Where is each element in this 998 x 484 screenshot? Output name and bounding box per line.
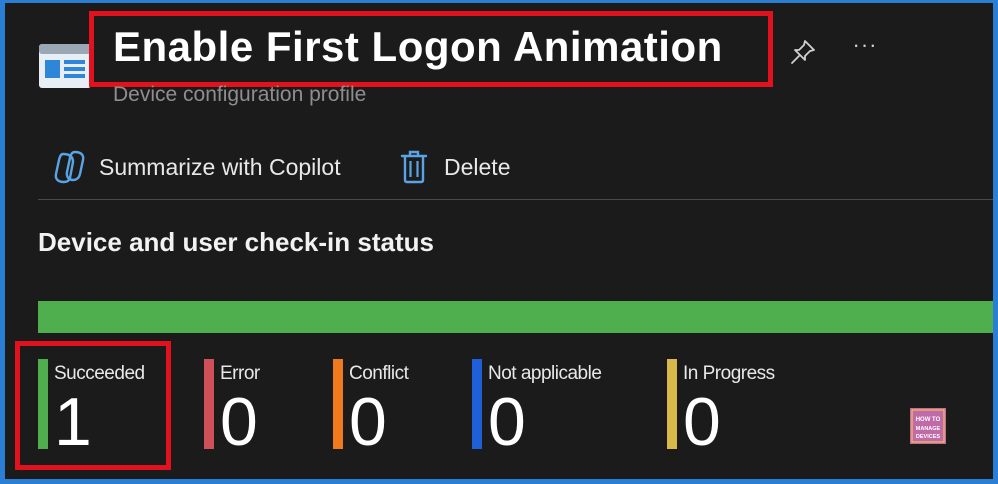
svg-text:DEVICES: DEVICES — [916, 434, 940, 440]
delete-button[interactable]: Delete — [400, 149, 510, 185]
how-to-manage-devices-logo: HOW TO MANAGE DEVICES — [910, 408, 946, 444]
stat-accent — [667, 359, 677, 449]
more-icon[interactable]: ··· — [850, 33, 880, 63]
stat-accent — [204, 359, 214, 449]
delete-button-label: Delete — [444, 153, 511, 180]
stat-accent — [472, 359, 482, 449]
stat-accent — [333, 359, 343, 449]
page-subtitle: Device configuration profile — [113, 83, 367, 106]
pin-icon[interactable] — [788, 37, 818, 67]
svg-text:HOW TO: HOW TO — [916, 417, 941, 423]
checkin-status-bar — [38, 301, 993, 333]
copilot-icon — [54, 150, 85, 184]
stat-label: Conflict — [349, 363, 409, 384]
stat-value: 0 — [488, 384, 526, 460]
svg-text:MANAGE: MANAGE — [916, 426, 941, 432]
page-title: Enable First Logon Animation — [113, 23, 723, 70]
profile-document-icon — [39, 44, 91, 88]
checkin-status-heading: Device and user check-in status — [38, 227, 434, 257]
stat-label: In Progress — [683, 363, 775, 384]
copilot-button-label: Summarize with Copilot — [99, 153, 341, 180]
stat-value: 0 — [220, 384, 258, 460]
stat-value: 0 — [683, 384, 721, 460]
profile-blade: Enable First Logon Animation Device conf… — [5, 3, 993, 479]
trash-icon — [400, 150, 428, 184]
succeeded-highlight-box — [15, 341, 171, 470]
toolbar-divider — [38, 199, 993, 200]
summarize-copilot-button[interactable]: Summarize with Copilot — [51, 149, 341, 185]
stat-label: Not applicable — [488, 363, 602, 384]
stat-value: 0 — [349, 384, 387, 460]
stat-label: Error — [220, 363, 260, 384]
